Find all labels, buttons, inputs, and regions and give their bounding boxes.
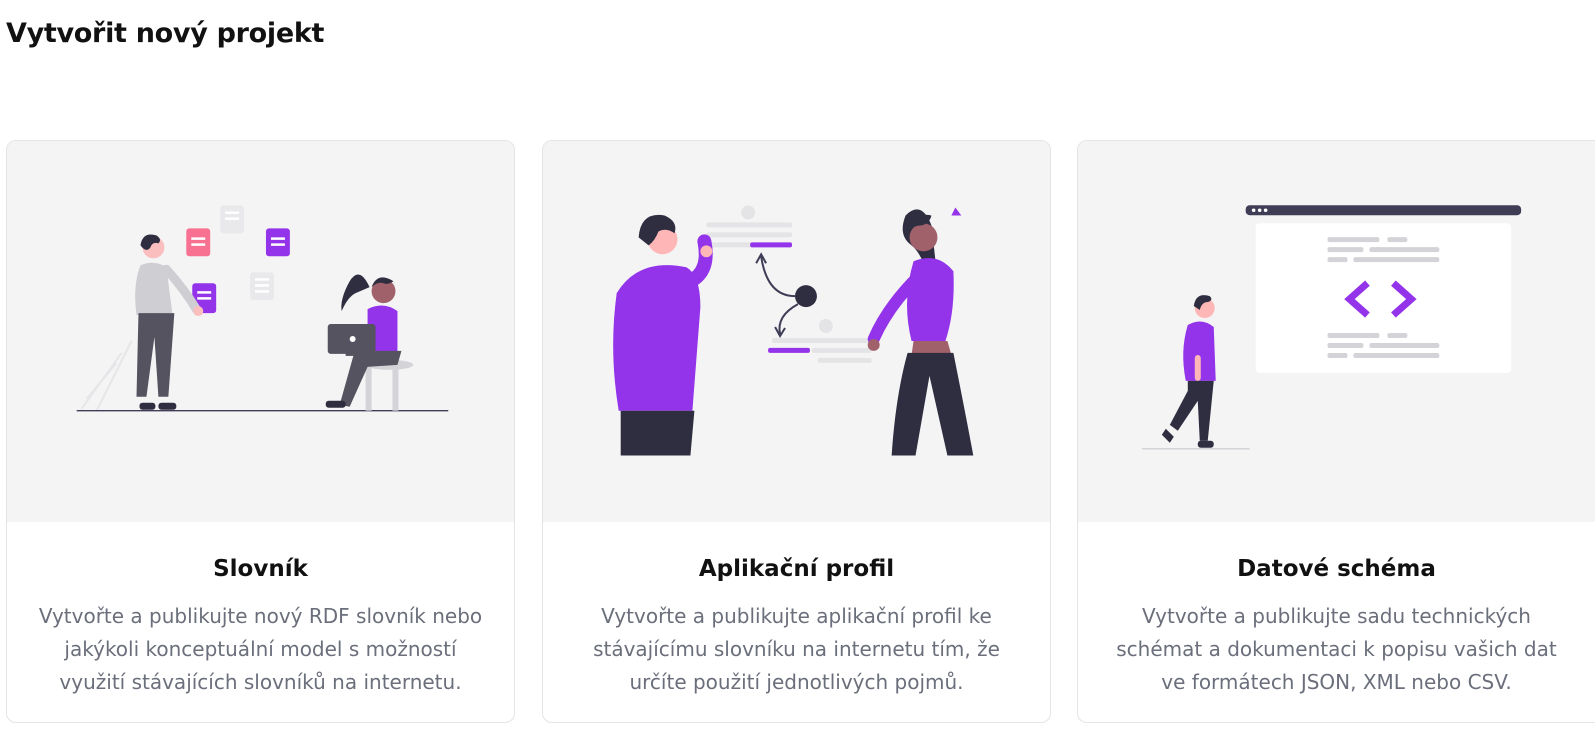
card-description: Vytvořte a publikujte aplikační profil k… <box>593 604 1000 694</box>
card-title: Slovník <box>213 556 308 582</box>
page-title: Vytvořit nový projekt <box>6 18 325 49</box>
card-data-schema[interactable]: Datové schéma Vytvořte a publikujte sadu… <box>1077 140 1595 723</box>
application-profile-illustration <box>543 141 1050 522</box>
card-title: Datové schéma <box>1237 556 1436 582</box>
card-application-profile[interactable]: Aplikační profil Vytvořte a publikujte a… <box>542 140 1051 723</box>
vocabulary-illustration <box>7 141 514 522</box>
card-description: Vytvořte a publikujte nový RDF slovník n… <box>38 604 483 694</box>
card-vocabulary[interactable]: Slovník Vytvořte a publikujte nový RDF s… <box>6 140 515 723</box>
data-schema-illustration <box>1078 141 1595 522</box>
card-title: Aplikační profil <box>698 556 895 582</box>
card-description: Vytvořte a publikujte sadu technických s… <box>1116 604 1557 694</box>
